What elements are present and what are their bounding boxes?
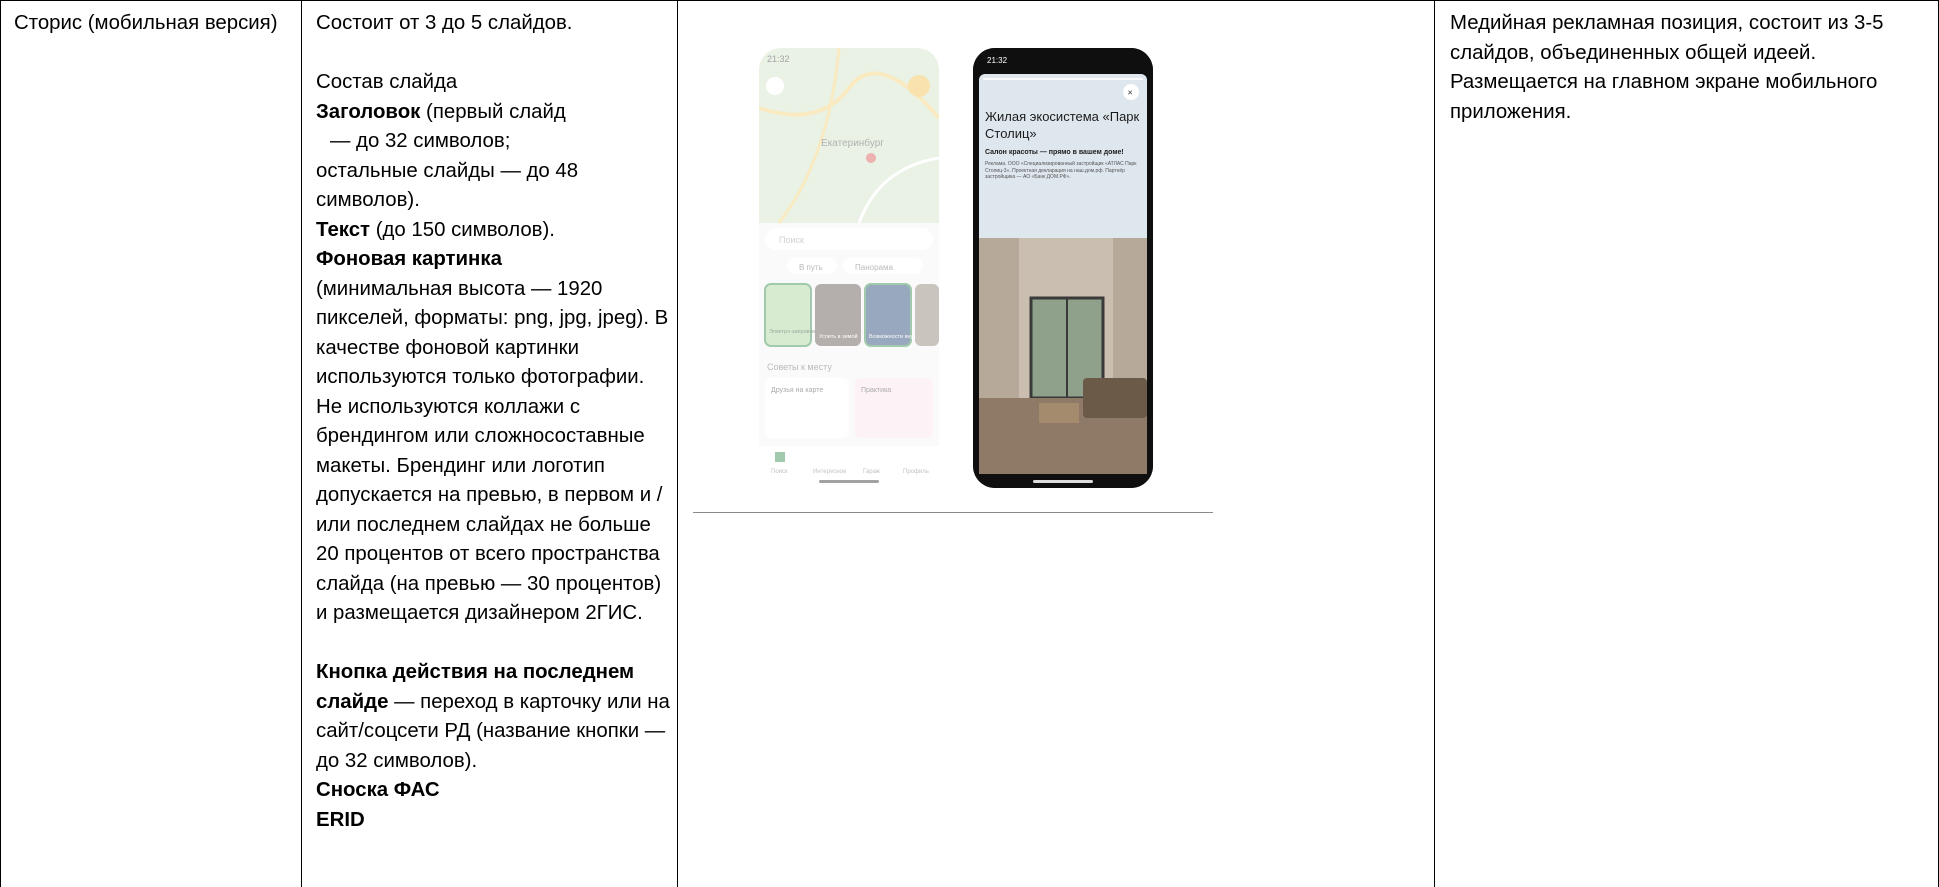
phone1-time: 21:32: [767, 54, 790, 64]
table-left-border: [0, 0, 1, 887]
table-top-border: [0, 0, 1939, 1]
format-name-cell: Сторис (мобильная версия): [14, 12, 278, 34]
column-divider-2: [677, 0, 678, 887]
svg-text:Интересное: Интересное: [813, 469, 847, 475]
description-cell: Медийная рекламная позиция, состоит из 3…: [1450, 12, 1884, 123]
fas-label: Сноска ФАС: [316, 779, 440, 801]
svg-text:×: ×: [1128, 88, 1133, 98]
svg-text:Друзья на карте: Друзья на карте: [771, 387, 823, 394]
story-slide-screenshot: 21:32 × Жилая экосистема «Парк Столиц» С…: [973, 48, 1153, 488]
story-slide-illustration: 21:32 × Жилая экосистема «Парк Столиц» С…: [973, 48, 1153, 488]
title-requirement-line-3: остальные слайды — до 48: [316, 159, 579, 182]
column-divider-3: [1434, 0, 1435, 887]
erid-label: ERID: [316, 808, 365, 831]
title-requirement-line-2: — до 32 символов;: [330, 130, 511, 152]
text-label: Текст: [316, 218, 371, 241]
section-title: Советы к месту: [767, 362, 832, 372]
phone2-time: 21:32: [987, 56, 1008, 65]
text-requirement: Текст (до 150 символов).: [316, 218, 555, 241]
story-disclaimer: Реклама. ООО «Специализированный застрой…: [985, 161, 1137, 180]
map-city-label: Екатеринбург: [821, 137, 884, 149]
title-label: Заголовок: [316, 100, 421, 123]
svg-text:Панорама: Панорама: [855, 263, 893, 272]
svg-text:Успеть в зимой: Успеть в зимой: [819, 333, 858, 340]
title-requirement: Заголовок (первый слайд: [316, 100, 566, 123]
composition-title: Состав слайда: [316, 71, 458, 93]
slides-count-text: Состоит от 3 до 5 слайдов.: [316, 12, 573, 34]
map-area: [759, 48, 939, 223]
svg-text:В путь: В путь: [799, 263, 823, 272]
requirements-cell: Состоит от 3 до 5 слайдов. Состав слайда…: [316, 9, 676, 835]
cta-requirement: Кнопка действия на последнем слайде — пе…: [316, 661, 670, 772]
story-subtitle: Салон красоты — прямо в вашем доме!: [985, 149, 1124, 156]
table: Сторис (мобильная версия) Состоит от 3 д…: [0, 0, 1939, 887]
svg-text:Практика: Практика: [861, 387, 891, 394]
svg-text:Возможности внутри: Возможности внутри: [869, 334, 922, 340]
search-placeholder: Поиск: [779, 235, 804, 245]
story-preview-1: [764, 283, 812, 347]
background-label: Фоновая картинка: [316, 248, 502, 270]
story-title: Жилая экосистема «Парк Столиц»: [985, 109, 1140, 141]
image-caption-line: [693, 512, 1213, 513]
app-home-screenshot: 21:32 Екатеринбург Поиск В путь Панорама…: [759, 48, 939, 488]
app-home-illustration: 21:32 Екатеринбург Поиск В путь Панорама…: [759, 48, 939, 488]
svg-text:Гараж: Гараж: [863, 469, 880, 475]
svg-text:Профиль: Профиль: [903, 469, 929, 475]
svg-text:Поиск: Поиск: [771, 469, 788, 475]
background-requirement: (минимальная высота — 1920 пикселей, фор…: [316, 277, 669, 625]
title-requirement-line-4: символов).: [316, 189, 420, 211]
column-divider-1: [301, 0, 302, 887]
